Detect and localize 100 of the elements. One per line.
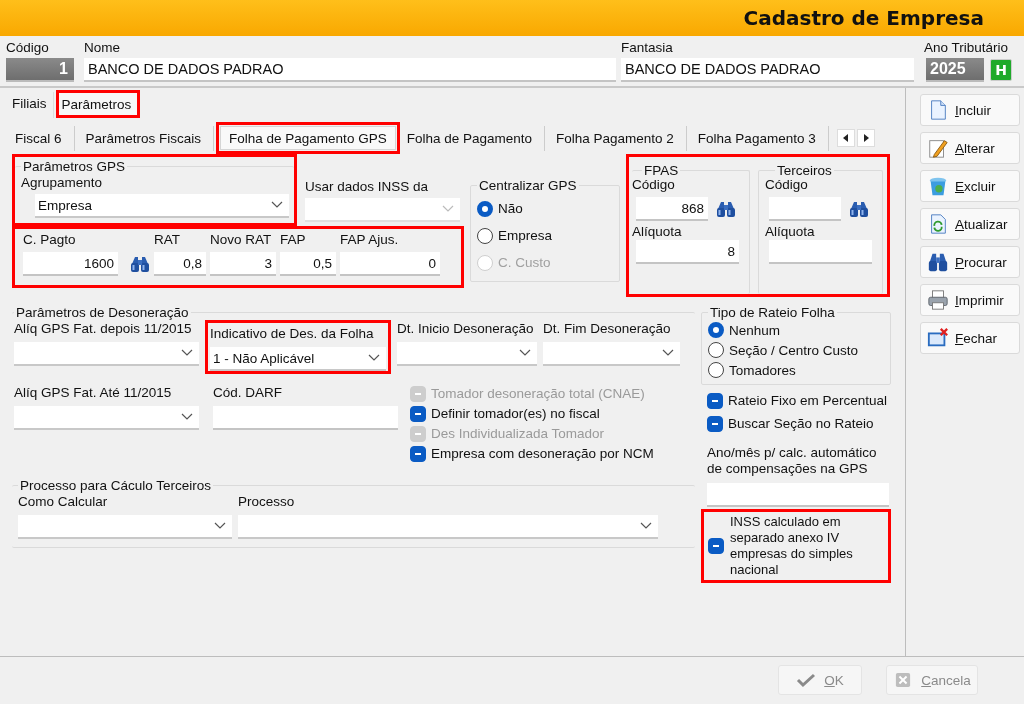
- chevron-down-icon: [442, 205, 454, 213]
- checkbox-label: Definir tomador(es) no fiscal: [431, 406, 600, 421]
- radio-label: Seção / Centro Custo: [729, 342, 859, 358]
- tab[interactable]: Folha Pagamento 3: [692, 125, 829, 151]
- checkbox-label: Tomador desoneração total (CNAE): [431, 386, 645, 401]
- field-label: FAP: [280, 231, 306, 248]
- field-label: Dt. Fim Desoneração: [543, 320, 671, 337]
- checkbox[interactable]: [707, 415, 723, 432]
- field-label: Agrupamento: [21, 174, 103, 191]
- toolbar-button[interactable]: Imprimir: [920, 284, 1020, 316]
- tab[interactable]: Parâmetros Fiscais: [80, 125, 215, 151]
- radio-button[interactable]: [477, 200, 493, 217]
- scroll-right-icon[interactable]: [856, 129, 875, 147]
- radio-button[interactable]: [708, 322, 724, 338]
- checkmark-icon: [796, 672, 817, 688]
- binoculars-icon: [927, 251, 949, 273]
- checkbox[interactable]: [707, 392, 723, 409]
- tab[interactable]: Filiais: [6, 92, 54, 118]
- binoculars-icon[interactable]: [849, 200, 869, 218]
- input-field[interactable]: [707, 483, 889, 507]
- input-field[interactable]: [769, 240, 872, 264]
- chevron-down-icon: [368, 354, 380, 362]
- binoculars-icon[interactable]: [716, 200, 736, 218]
- input-field[interactable]: 0,5: [280, 252, 336, 276]
- field-label: Dt. Inicio Desoneração: [397, 320, 534, 337]
- field-label: Indicativo de Des. da Folha: [210, 325, 374, 342]
- toolbar-button[interactable]: Fechar: [920, 322, 1020, 354]
- window-title: Cadastro de Empresa: [743, 6, 984, 30]
- toolbar-button[interactable]: Atualizar: [920, 208, 1020, 240]
- input-field[interactable]: 868: [636, 197, 708, 221]
- group-title: Terceiros: [776, 163, 833, 178]
- dropdown-field[interactable]: [14, 342, 199, 366]
- field-label: RAT: [154, 231, 180, 248]
- radio-button[interactable]: [477, 227, 493, 244]
- group-title: Processo para Cáculo Terceiros: [19, 478, 213, 493]
- scroll-left-icon[interactable]: [836, 129, 855, 147]
- input-field[interactable]: [769, 197, 841, 221]
- checkbox-label: Des Individualizada Tomador: [431, 426, 605, 441]
- group-title: Tipo de Rateio Folha: [709, 305, 836, 320]
- checkbox[interactable]: [410, 445, 426, 462]
- input-field[interactable]: 8: [636, 240, 739, 264]
- input-field[interactable]: [213, 406, 398, 430]
- code-field: 1: [6, 58, 74, 82]
- group-title: FPAS: [643, 163, 680, 178]
- chevron-down-icon: [640, 522, 652, 530]
- chevron-down-icon: [662, 349, 674, 357]
- chevron-down-icon: [181, 349, 193, 357]
- pencil-icon: [927, 137, 949, 159]
- field-label: Como Calcular: [18, 493, 108, 510]
- field-label: Nome: [84, 39, 120, 56]
- toolbar-button[interactable]: Procurar: [920, 246, 1020, 278]
- chevron-down-icon: [181, 413, 193, 421]
- radio-label: Tomadores: [729, 362, 796, 378]
- input-field[interactable]: 0,8: [154, 252, 206, 276]
- field-label: Alíq GPS Fat. Até 11/2015: [14, 384, 172, 401]
- tab[interactable]: Folha Pagamento 2: [551, 125, 687, 151]
- input-field[interactable]: 1600: [23, 252, 118, 276]
- toolbar-button[interactable]: Alterar: [920, 132, 1020, 164]
- field-label: Código: [6, 39, 49, 56]
- input-field[interactable]: 0: [340, 252, 440, 276]
- dropdown-field[interactable]: [397, 342, 537, 366]
- tab[interactable]: Folha de Pagamento: [401, 125, 545, 151]
- dropdown-field[interactable]: 1 - Não Aplicável: [210, 347, 386, 371]
- radio-label: C. Custo: [498, 255, 551, 270]
- close-window-icon: [927, 327, 949, 349]
- tab[interactable]: Parâmetros: [57, 92, 139, 116]
- group-title: Parâmetros GPS: [22, 159, 127, 174]
- input-field[interactable]: 3: [210, 252, 276, 276]
- binoculars-icon[interactable]: [130, 255, 150, 273]
- field-label: FAP Ajus.: [340, 231, 399, 248]
- year-field: 2025: [926, 58, 984, 82]
- toolbar-button[interactable]: Excluir: [920, 170, 1020, 202]
- toolbar-button[interactable]: Incluir: [920, 94, 1020, 126]
- tab[interactable]: Fiscal 6: [10, 125, 75, 151]
- field-label: Alíq GPS Fat. depois 11/2015: [14, 320, 192, 337]
- trade-name-field[interactable]: BANCO DE DADOS PADRAO: [621, 58, 914, 82]
- dropdown-field[interactable]: [238, 515, 658, 539]
- chevron-down-icon: [271, 201, 283, 209]
- dropdown-field[interactable]: [305, 198, 460, 222]
- radio-button[interactable]: [708, 362, 724, 378]
- dropdown-field[interactable]: [543, 342, 680, 366]
- field-label: Alíquota: [632, 223, 682, 240]
- dropdown-field[interactable]: [18, 515, 232, 539]
- checkbox-label: Empresa com desoneração por NCM: [431, 446, 654, 461]
- radio-button[interactable]: [708, 342, 724, 358]
- dropdown-field[interactable]: Empresa: [35, 194, 289, 218]
- field-label: Cód. DARF: [213, 384, 283, 401]
- radio-label: Nenhum: [729, 322, 781, 338]
- checkbox[interactable]: [708, 538, 724, 554]
- field-label: Código: [632, 176, 675, 193]
- field-label: Fantasia: [621, 39, 673, 56]
- dropdown-field[interactable]: [14, 406, 199, 430]
- group-title: Centralizar GPS: [478, 178, 578, 193]
- field-label: Usar dados INSS da: [305, 178, 429, 195]
- chevron-down-icon: [214, 522, 226, 530]
- field-label: Processo: [238, 493, 295, 510]
- printer-icon: [927, 289, 949, 311]
- name-field[interactable]: BANCO DE DADOS PADRAO: [84, 58, 616, 82]
- checkbox[interactable]: [410, 405, 426, 422]
- field-label: Ano/mês p/ calc. automático de compensações na GPS: [707, 445, 878, 477]
